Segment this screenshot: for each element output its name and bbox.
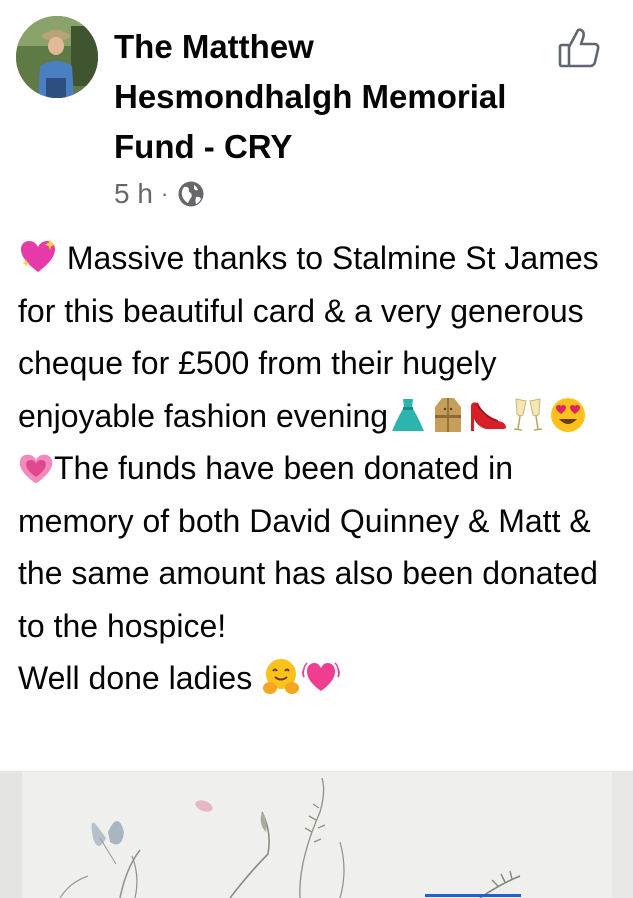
dress-icon [392, 398, 425, 431]
post-paragraph-3-text: Well done ladies [18, 660, 262, 696]
trench-coat-icon [435, 397, 462, 432]
globe-icon[interactable] [176, 179, 206, 209]
meta-separator: · [160, 181, 169, 206]
post-paragraph-2-text: The funds have been donated in memory of… [18, 450, 598, 644]
post-body: Massive thanks to Stalmine St James for … [18, 232, 628, 705]
page-avatar[interactable] [16, 16, 98, 98]
post-photo[interactable] [0, 771, 633, 898]
avatar-photo [16, 16, 98, 98]
sparkling-heart-icon [21, 239, 56, 272]
post-paragraph-3: Well done ladies [18, 652, 628, 705]
beating-heart-icon [302, 662, 341, 691]
growing-heart-icon [19, 454, 53, 484]
thumbs-up-icon[interactable] [556, 26, 604, 70]
smiling-face-with-heart-eyes-icon [551, 397, 586, 432]
post-paragraph-1: Massive thanks to Stalmine St James for … [18, 232, 628, 442]
post-time[interactable]: 5 h [114, 178, 153, 210]
hugging-face-icon [263, 659, 300, 694]
page-name-link[interactable]: The Matthew Hesmondhalgh Memorial Fund -… [114, 22, 554, 172]
high-heeled-shoe-icon [471, 401, 507, 431]
card-illustration [0, 772, 633, 898]
clinking-glasses-icon [513, 397, 543, 431]
post-meta: 5 h · [114, 174, 206, 214]
post-paragraph-2: The funds have been donated in memory of… [18, 442, 628, 652]
